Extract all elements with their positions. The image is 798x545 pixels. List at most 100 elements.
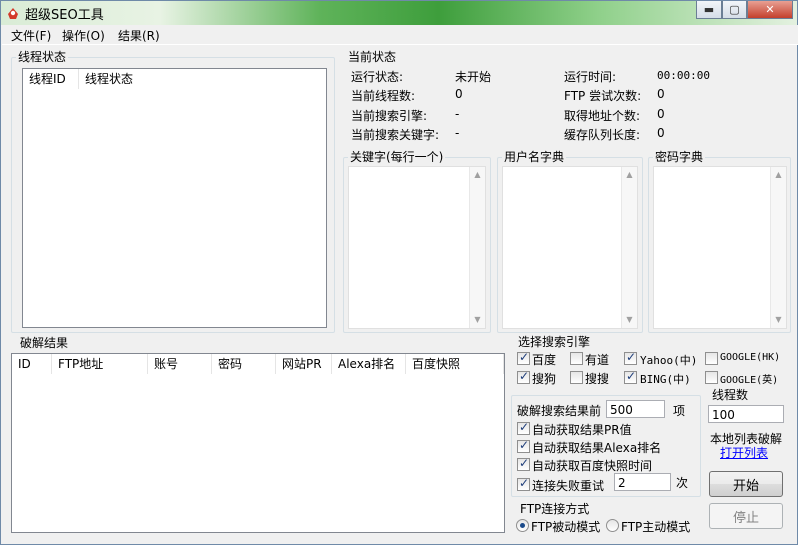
- password-dict-group: 密码字典 ▲ ▼: [648, 150, 791, 333]
- search-engine-group-label: 选择搜索引擎: [516, 335, 593, 349]
- run-status-value: 未开始: [455, 70, 492, 84]
- app-icon: [8, 8, 18, 19]
- search-keyword-label: 当前搜索关键字:: [351, 128, 440, 142]
- search-engine-label: 当前搜索引擎:: [351, 109, 428, 123]
- checkbox-retry[interactable]: [517, 476, 530, 491]
- checkbox-google-en[interactable]: [705, 371, 718, 384]
- menu-results[interactable]: 结果(R): [118, 27, 160, 44]
- retry-count-input[interactable]: 2: [614, 473, 671, 491]
- results-header: ID FTP地址 账号 密码 网站PR Alexa排名 百度快照: [12, 354, 504, 374]
- checkbox-youdao[interactable]: [570, 352, 583, 365]
- checkbox-yahoo[interactable]: [624, 350, 637, 365]
- column-header-ftp-address[interactable]: FTP地址: [52, 354, 148, 374]
- menu-operation[interactable]: 操作(O): [62, 27, 105, 44]
- close-button[interactable]: ✕: [747, 1, 793, 19]
- password-dict-textarea[interactable]: ▲ ▼: [653, 166, 787, 329]
- run-time-label: 运行时间:: [564, 70, 617, 84]
- ftp-mode-label: FTP连接方式: [518, 502, 592, 516]
- thread-status-group: 线程状态 线程ID 线程状态: [11, 50, 335, 333]
- scroll-down-icon[interactable]: ▼: [622, 312, 637, 328]
- thread-list-header: 线程ID 线程状态: [23, 69, 326, 89]
- column-header-id[interactable]: ID: [12, 354, 52, 374]
- checkbox-baidu[interactable]: [517, 350, 530, 365]
- engine-label-yahoo: Yahoo(中): [640, 354, 698, 367]
- column-header-account[interactable]: 账号: [148, 354, 212, 374]
- address-count-label: 取得地址个数:: [564, 109, 641, 123]
- engine-label-bing: BING(中): [640, 373, 691, 386]
- column-header-site-pr[interactable]: 网站PR: [276, 354, 332, 374]
- checkbox-bing[interactable]: [624, 369, 637, 384]
- scroll-up-icon[interactable]: ▲: [470, 167, 485, 183]
- engine-label-google-hk: GOOGLE(HK): [720, 352, 781, 363]
- results-list[interactable]: ID FTP地址 账号 密码 网站PR Alexa排名 百度快照: [11, 353, 505, 533]
- keywords-label: 关键字(每行一个): [348, 150, 446, 164]
- title-bar[interactable]: 超级SEO工具 ▬ ▢ ✕: [1, 1, 797, 25]
- engine-label-youdao: 有道: [585, 353, 610, 367]
- thread-count-group-label: 线程数: [710, 388, 751, 402]
- main-window: 超级SEO工具 ▬ ▢ ✕ 文件(F) 操作(O) 结果(R) 线程状态 线程I…: [0, 0, 798, 545]
- column-header-password[interactable]: 密码: [212, 354, 276, 374]
- scroll-down-icon[interactable]: ▼: [771, 312, 786, 328]
- keywords-scrollbar[interactable]: ▲ ▼: [469, 167, 485, 328]
- username-dict-label: 用户名字典: [502, 150, 567, 164]
- stop-button[interactable]: 停止: [709, 503, 783, 529]
- search-engine-value: -: [455, 107, 460, 121]
- thread-count-value: 0: [455, 87, 463, 101]
- keywords-textarea[interactable]: ▲ ▼: [348, 166, 486, 329]
- engine-label-google-en: GOOGLE(英): [720, 375, 779, 386]
- retry-label: 连接失败重试: [532, 479, 605, 493]
- address-count-value: 0: [657, 107, 665, 121]
- ftp-active-label: FTP主动模式: [621, 520, 691, 534]
- radio-ftp-active[interactable]: [606, 519, 619, 532]
- engine-label-soso: 搜搜: [585, 372, 610, 386]
- username-dict-textarea[interactable]: ▲ ▼: [502, 166, 638, 329]
- column-header-baidu-snapshot[interactable]: 百度快照: [406, 354, 504, 374]
- scroll-up-icon[interactable]: ▲: [622, 167, 637, 183]
- search-keyword-value: -: [455, 126, 460, 140]
- thread-count-label: 当前线程数:: [351, 89, 416, 103]
- engine-label-baidu: 百度: [532, 353, 557, 367]
- current-status-label: 当前状态: [346, 50, 399, 64]
- menu-bar: 文件(F) 操作(O) 结果(R): [2, 25, 798, 45]
- window-title: 超级SEO工具: [25, 8, 104, 23]
- thread-status-label: 线程状态: [16, 50, 69, 64]
- run-status-label: 运行状态:: [351, 70, 404, 84]
- maximize-button[interactable]: ▢: [722, 1, 747, 19]
- auto-baidu-snapshot-label: 自动获取百度快照时间: [532, 459, 653, 473]
- scroll-down-icon[interactable]: ▼: [470, 312, 485, 328]
- results-label: 破解结果: [18, 336, 71, 350]
- retry-suffix-label: 次: [676, 476, 689, 490]
- thread-count-input[interactable]: 100: [708, 405, 784, 423]
- start-button[interactable]: 开始: [709, 471, 783, 497]
- username-dict-scrollbar[interactable]: ▲ ▼: [621, 167, 637, 328]
- ftp-attempts-label: FTP 尝试次数:: [564, 89, 642, 103]
- username-dict-group: 用户名字典 ▲ ▼: [497, 150, 643, 333]
- checkbox-soso[interactable]: [570, 371, 583, 384]
- checkbox-sogou[interactable]: [517, 369, 530, 384]
- column-header-thread-status[interactable]: 线程状态: [79, 69, 326, 89]
- auto-pr-label: 自动获取结果PR值: [532, 423, 632, 437]
- column-header-thread-id[interactable]: 线程ID: [23, 69, 79, 89]
- queue-length-label: 缓存队列长度:: [564, 128, 641, 142]
- ftp-attempts-value: 0: [657, 87, 665, 101]
- engine-label-sogou: 搜狗: [532, 372, 557, 386]
- checkbox-auto-baidu-snapshot[interactable]: [517, 456, 530, 471]
- radio-ftp-passive[interactable]: [516, 519, 529, 532]
- scroll-up-icon[interactable]: ▲: [771, 167, 786, 183]
- menu-file[interactable]: 文件(F): [11, 27, 51, 44]
- password-dict-scrollbar[interactable]: ▲ ▼: [770, 167, 786, 328]
- password-dict-label: 密码字典: [653, 150, 706, 164]
- crack-results-suffix-label: 项: [673, 404, 686, 418]
- minimize-button[interactable]: ▬: [696, 1, 722, 19]
- queue-length-value: 0: [657, 126, 665, 140]
- keywords-group: 关键字(每行一个) ▲ ▼: [343, 150, 491, 333]
- ftp-passive-label: FTP被动模式: [531, 520, 601, 534]
- checkbox-google-hk[interactable]: [705, 352, 718, 365]
- open-list-link[interactable]: 打开列表: [720, 444, 768, 461]
- checkbox-auto-alexa[interactable]: [517, 438, 530, 453]
- crack-count-input[interactable]: 500: [606, 400, 665, 418]
- column-header-alexa-rank[interactable]: Alexa排名: [332, 354, 406, 374]
- thread-list[interactable]: 线程ID 线程状态: [22, 68, 327, 328]
- crack-results-prefix-label: 破解搜索结果前: [517, 404, 602, 418]
- checkbox-auto-pr[interactable]: [517, 420, 530, 435]
